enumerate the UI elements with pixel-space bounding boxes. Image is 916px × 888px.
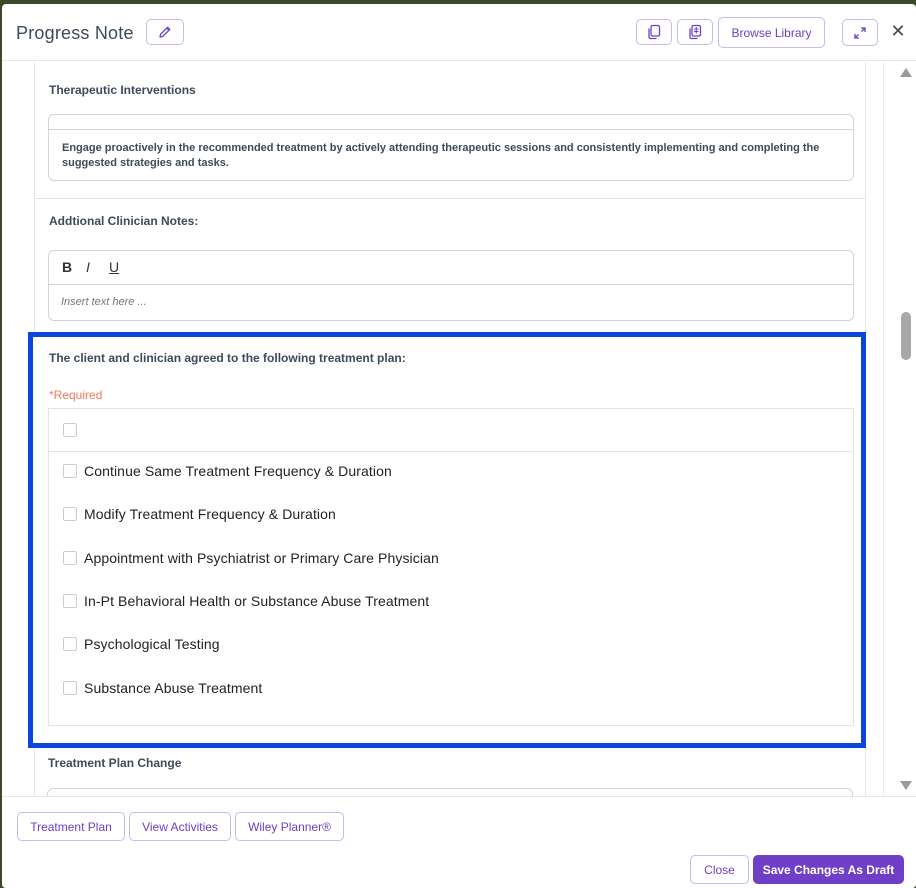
- scroll-up-icon[interactable]: [900, 68, 912, 77]
- treatment-plan-options: Continue Same Treatment Frequency & Dura…: [48, 408, 854, 726]
- option-row[interactable]: Appointment with Psychiatrist or Primary…: [49, 548, 853, 570]
- therapeutic-interventions-label: Therapeutic Interventions: [49, 83, 196, 97]
- therapeutic-interventions-box: Engage proactively in the recommended tr…: [48, 114, 854, 181]
- required-label: *Required: [49, 388, 103, 402]
- select-all-row: [49, 409, 853, 452]
- close-button[interactable]: Close: [690, 855, 749, 884]
- select-all-checkbox[interactable]: [63, 423, 77, 437]
- option-row[interactable]: Psychological Testing: [49, 634, 853, 656]
- close-icon[interactable]: ✕: [890, 21, 906, 41]
- option-checkbox[interactable]: [63, 637, 77, 651]
- divider: [49, 129, 853, 130]
- bold-button[interactable]: B: [62, 259, 72, 275]
- option-label: Appointment with Psychiatrist or Primary…: [84, 550, 439, 566]
- treatment-plan-change-box[interactable]: [47, 788, 853, 796]
- treatment-plan-highlight: The client and clinician agreed to the f…: [28, 332, 866, 748]
- treatment-plan-change-label: Treatment Plan Change: [48, 756, 182, 770]
- scroll-down-icon[interactable]: [900, 781, 912, 790]
- notes-input[interactable]: Insert text here ...: [61, 296, 147, 308]
- italic-button[interactable]: I: [86, 259, 90, 275]
- progress-note-modal: Progress Note Browse Library ✕ Therapeut…: [2, 4, 916, 888]
- copy-button[interactable]: [636, 19, 672, 45]
- copy-icon: [647, 24, 661, 40]
- paste-icon: [688, 24, 702, 40]
- treatment-plan-label: The client and clinician agreed to the f…: [49, 351, 406, 365]
- browse-library-button[interactable]: Browse Library: [718, 17, 825, 48]
- scrollbar[interactable]: [883, 62, 916, 796]
- scroll-thumb[interactable]: [901, 312, 911, 360]
- expand-icon: [854, 26, 866, 39]
- option-checkbox[interactable]: [63, 464, 77, 478]
- option-label: Continue Same Treatment Frequency & Dura…: [84, 463, 392, 479]
- rich-text-editor: B I U Insert text here ...: [48, 250, 854, 321]
- modal-header: Progress Note Browse Library ✕: [2, 4, 916, 61]
- modal-content: Therapeutic Interventions Engage proacti…: [2, 62, 882, 796]
- additional-notes-section: Addtional Clinician Notes: B I U Insert …: [34, 199, 866, 334]
- option-checkbox[interactable]: [63, 681, 77, 695]
- modal-footer: Treatment Plan View Activities Wiley Pla…: [2, 796, 916, 888]
- option-label: Substance Abuse Treatment: [84, 680, 263, 696]
- underline-button[interactable]: U: [109, 259, 119, 275]
- therapeutic-interventions-text: Engage proactively in the recommended tr…: [62, 142, 820, 169]
- option-checkbox[interactable]: [63, 551, 77, 565]
- option-row[interactable]: Modify Treatment Frequency & Duration: [49, 504, 853, 526]
- option-row[interactable]: Substance Abuse Treatment: [49, 678, 853, 700]
- option-row[interactable]: In-Pt Behavioral Health or Substance Abu…: [49, 591, 853, 613]
- option-checkbox[interactable]: [63, 594, 77, 608]
- rte-toolbar: B I U: [49, 251, 853, 285]
- option-label: Modify Treatment Frequency & Duration: [84, 506, 336, 522]
- pencil-icon: [158, 25, 172, 39]
- expand-button[interactable]: [842, 19, 878, 46]
- page-title: Progress Note: [16, 23, 134, 43]
- option-row[interactable]: Continue Same Treatment Frequency & Dura…: [49, 461, 853, 483]
- option-label: Psychological Testing: [84, 636, 220, 652]
- treatment-plan-section: The client and clinician agreed to the f…: [33, 337, 861, 743]
- view-activities-button[interactable]: View Activities: [129, 812, 231, 841]
- therapeutic-interventions-section: Therapeutic Interventions Engage proacti…: [34, 62, 866, 199]
- option-label: In-Pt Behavioral Health or Substance Abu…: [84, 593, 430, 609]
- edit-title-button[interactable]: [146, 19, 184, 45]
- treatment-plan-button[interactable]: Treatment Plan: [17, 812, 125, 841]
- additional-notes-label: Addtional Clinician Notes:: [49, 214, 199, 228]
- save-draft-button[interactable]: Save Changes As Draft: [753, 855, 904, 884]
- paste-button[interactable]: [677, 19, 713, 45]
- wiley-planner-button[interactable]: Wiley Planner®: [235, 812, 344, 841]
- option-checkbox[interactable]: [63, 507, 77, 521]
